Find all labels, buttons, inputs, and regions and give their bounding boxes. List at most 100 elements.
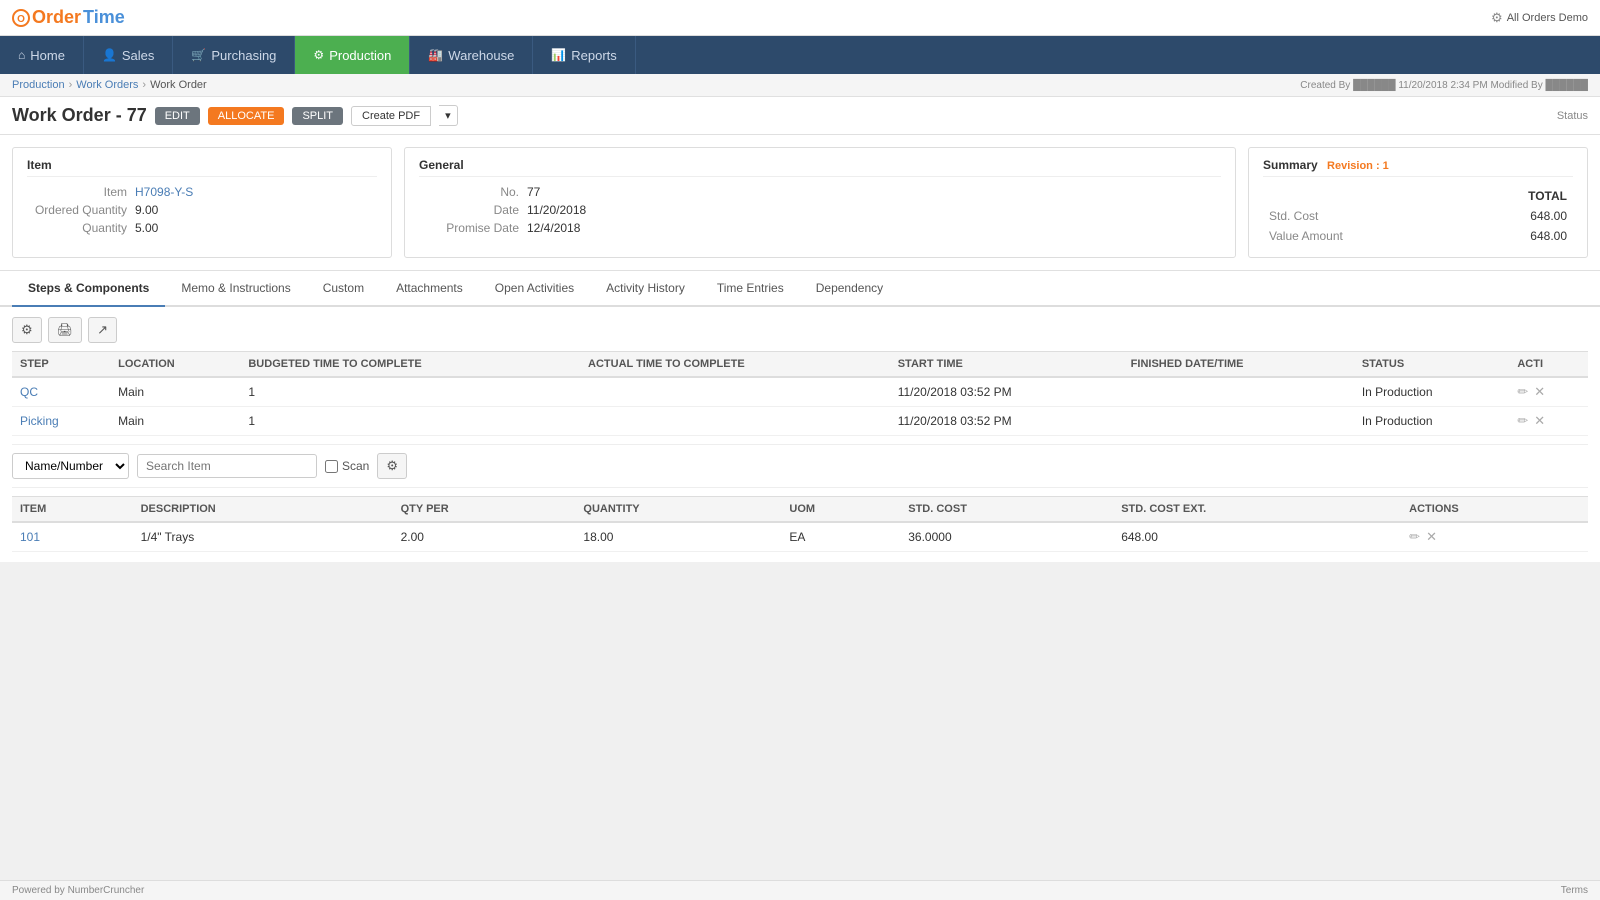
step-picking-finished — [1123, 407, 1354, 436]
col-status: STATUS — [1354, 352, 1510, 378]
step-picking-actual — [580, 407, 890, 436]
step-picking-link[interactable]: Picking — [20, 414, 59, 428]
tab-attachments[interactable]: Attachments — [380, 271, 479, 307]
comp-col-uom: UOM — [781, 497, 900, 523]
promise-date-label: Promise Date — [419, 221, 519, 235]
summary-col-total: TOTAL — [1460, 187, 1571, 205]
nav-item-production[interactable]: ⚙ Production — [295, 36, 410, 74]
scan-text: Scan — [342, 459, 369, 473]
step-picking-location: Main — [110, 407, 240, 436]
info-panels: Item Item H7098-Y-S Ordered Quantity 9.0… — [0, 135, 1600, 271]
edit-picking-icon[interactable]: ✏ — [1517, 413, 1528, 429]
col-actions-hdr: ACTI — [1509, 352, 1588, 378]
comp-col-std-cost: STD. COST — [900, 497, 1113, 523]
step-qc-budgeted: 1 — [240, 377, 580, 407]
footer-right: Terms — [1561, 885, 1588, 896]
nav-label-sales: Sales — [122, 48, 155, 63]
nav-label-reports: Reports — [571, 48, 617, 63]
delete-comp-icon[interactable]: ✕ — [1426, 529, 1437, 545]
tab-activity-history[interactable]: Activity History — [590, 271, 701, 307]
value-amount-value: 648.00 — [1460, 227, 1571, 245]
step-qc-location: Main — [110, 377, 240, 407]
comp-std-cost: 36.0000 — [900, 522, 1113, 552]
tab-memo-instructions[interactable]: Memo & Instructions — [165, 271, 306, 307]
tab-custom[interactable]: Custom — [307, 271, 380, 307]
steps-table: STEP LOCATION BUDGETED TIME TO COMPLETE … — [12, 351, 1588, 436]
top-bar-right: ⚙ All Orders Demo — [1491, 10, 1588, 26]
gear-icon[interactable]: ⚙ — [1491, 10, 1503, 26]
reports-icon: 📊 — [551, 48, 566, 62]
pdf-dropdown-button[interactable]: ▾ — [439, 105, 458, 126]
step-picking-start: 11/20/2018 03:52 PM — [890, 407, 1123, 436]
value-amount-label: Value Amount — [1265, 227, 1458, 245]
edit-step-icon[interactable]: ✏ — [1517, 384, 1528, 400]
item-value: H7098-Y-S — [135, 185, 193, 199]
col-budgeted-time: BUDGETED TIME TO COMPLETE — [240, 352, 580, 378]
logo-icon: O — [12, 9, 30, 27]
nav-item-sales[interactable]: 👤 Sales — [84, 36, 173, 74]
ordered-qty-value: 9.00 — [135, 203, 158, 217]
nav-item-reports[interactable]: 📊 Reports — [533, 36, 635, 74]
table-area: ⚙ 🖨 ↗ STEP LOCATION BUDGETED TIME TO COM… — [0, 307, 1600, 562]
general-panel-heading: General — [419, 158, 1221, 177]
step-qc-start: 11/20/2018 03:52 PM — [890, 377, 1123, 407]
nav-item-purchasing[interactable]: 🛒 Purchasing — [173, 36, 295, 74]
component-row: 101 1/4" Trays 2.00 18.00 EA 36.0000 648… — [12, 522, 1588, 552]
nav-label-production: Production — [329, 48, 391, 63]
print-toolbar-btn[interactable]: 🖨 — [48, 317, 83, 343]
search-item-input[interactable] — [137, 454, 317, 478]
delete-step-icon[interactable]: ✕ — [1534, 384, 1545, 400]
steps-row: Picking Main 1 11/20/2018 03:52 PM In Pr… — [12, 407, 1588, 436]
logo-order: Order — [32, 7, 81, 28]
summary-revision: Revision : 1 — [1327, 160, 1389, 172]
comp-item: 101 — [12, 522, 133, 552]
delete-picking-icon[interactable]: ✕ — [1534, 413, 1545, 429]
home-icon: ⌂ — [18, 48, 25, 62]
breadcrumb-sep1: › — [69, 79, 73, 91]
tab-dependency[interactable]: Dependency — [800, 271, 899, 307]
footer: Powered by NumberCruncher Terms — [0, 880, 1600, 900]
edit-comp-icon[interactable]: ✏ — [1409, 529, 1420, 545]
item-link[interactable]: H7098-Y-S — [135, 185, 193, 199]
split-button[interactable]: SPLIT — [292, 107, 343, 125]
comp-col-quantity: QUANTITY — [575, 497, 781, 523]
comp-qty-per: 2.00 — [393, 522, 576, 552]
breadcrumb-bar: Production › Work Orders › Work Order Cr… — [0, 74, 1600, 97]
allocate-button[interactable]: ALLOCATE — [208, 107, 285, 125]
step-qc-status: In Production — [1354, 377, 1510, 407]
main-nav: ⌂ Home 👤 Sales 🛒 Purchasing ⚙ Production… — [0, 36, 1600, 74]
col-step: STEP — [12, 352, 110, 378]
comp-col-qty-per: QTY PER — [393, 497, 576, 523]
all-orders-demo: All Orders Demo — [1507, 12, 1588, 24]
status-badge: Status — [1557, 110, 1588, 122]
comp-actions: ✏ ✕ — [1401, 522, 1588, 552]
promise-date-value: 12/4/2018 — [527, 221, 580, 235]
summary-table: TOTAL Std. Cost 648.00 Value Amount 648.… — [1263, 185, 1573, 247]
create-pdf-button[interactable]: Create PDF — [351, 106, 431, 126]
step-qc-link[interactable]: QC — [20, 385, 38, 399]
component-settings-btn[interactable]: ⚙ — [377, 453, 407, 479]
tab-time-entries[interactable]: Time Entries — [701, 271, 800, 307]
col-finished-datetime: FINISHED DATE/TIME — [1123, 352, 1354, 378]
scan-checkbox[interactable] — [325, 460, 338, 473]
component-filter: Name/Number Scan ⚙ — [12, 444, 1588, 488]
comp-item-link[interactable]: 101 — [20, 530, 40, 544]
quantity-value: 5.00 — [135, 221, 158, 235]
nav-label-home: Home — [30, 48, 65, 63]
edit-button[interactable]: EDIT — [155, 107, 200, 125]
step-picking-budgeted: 1 — [240, 407, 580, 436]
tab-open-activities[interactable]: Open Activities — [479, 271, 590, 307]
settings-toolbar-btn[interactable]: ⚙ — [12, 317, 42, 343]
top-bar: O Order Time ⚙ All Orders Demo — [0, 0, 1600, 36]
breadcrumb-work-orders[interactable]: Work Orders — [76, 79, 138, 91]
comp-col-std-cost-ext: STD. COST EXT. — [1113, 497, 1401, 523]
export-toolbar-btn[interactable]: ↗ — [88, 317, 117, 343]
breadcrumb-work-order: Work Order — [150, 79, 207, 91]
tab-steps-components[interactable]: Steps & Components — [12, 271, 165, 307]
nav-item-home[interactable]: ⌂ Home — [0, 36, 84, 74]
filter-dropdown[interactable]: Name/Number — [12, 453, 129, 479]
nav-item-warehouse[interactable]: 🏭 Warehouse — [410, 36, 533, 74]
breadcrumb-production[interactable]: Production — [12, 79, 65, 91]
step-qc-actions: ✏ ✕ — [1509, 377, 1588, 407]
no-row: No. 77 — [419, 185, 1221, 199]
